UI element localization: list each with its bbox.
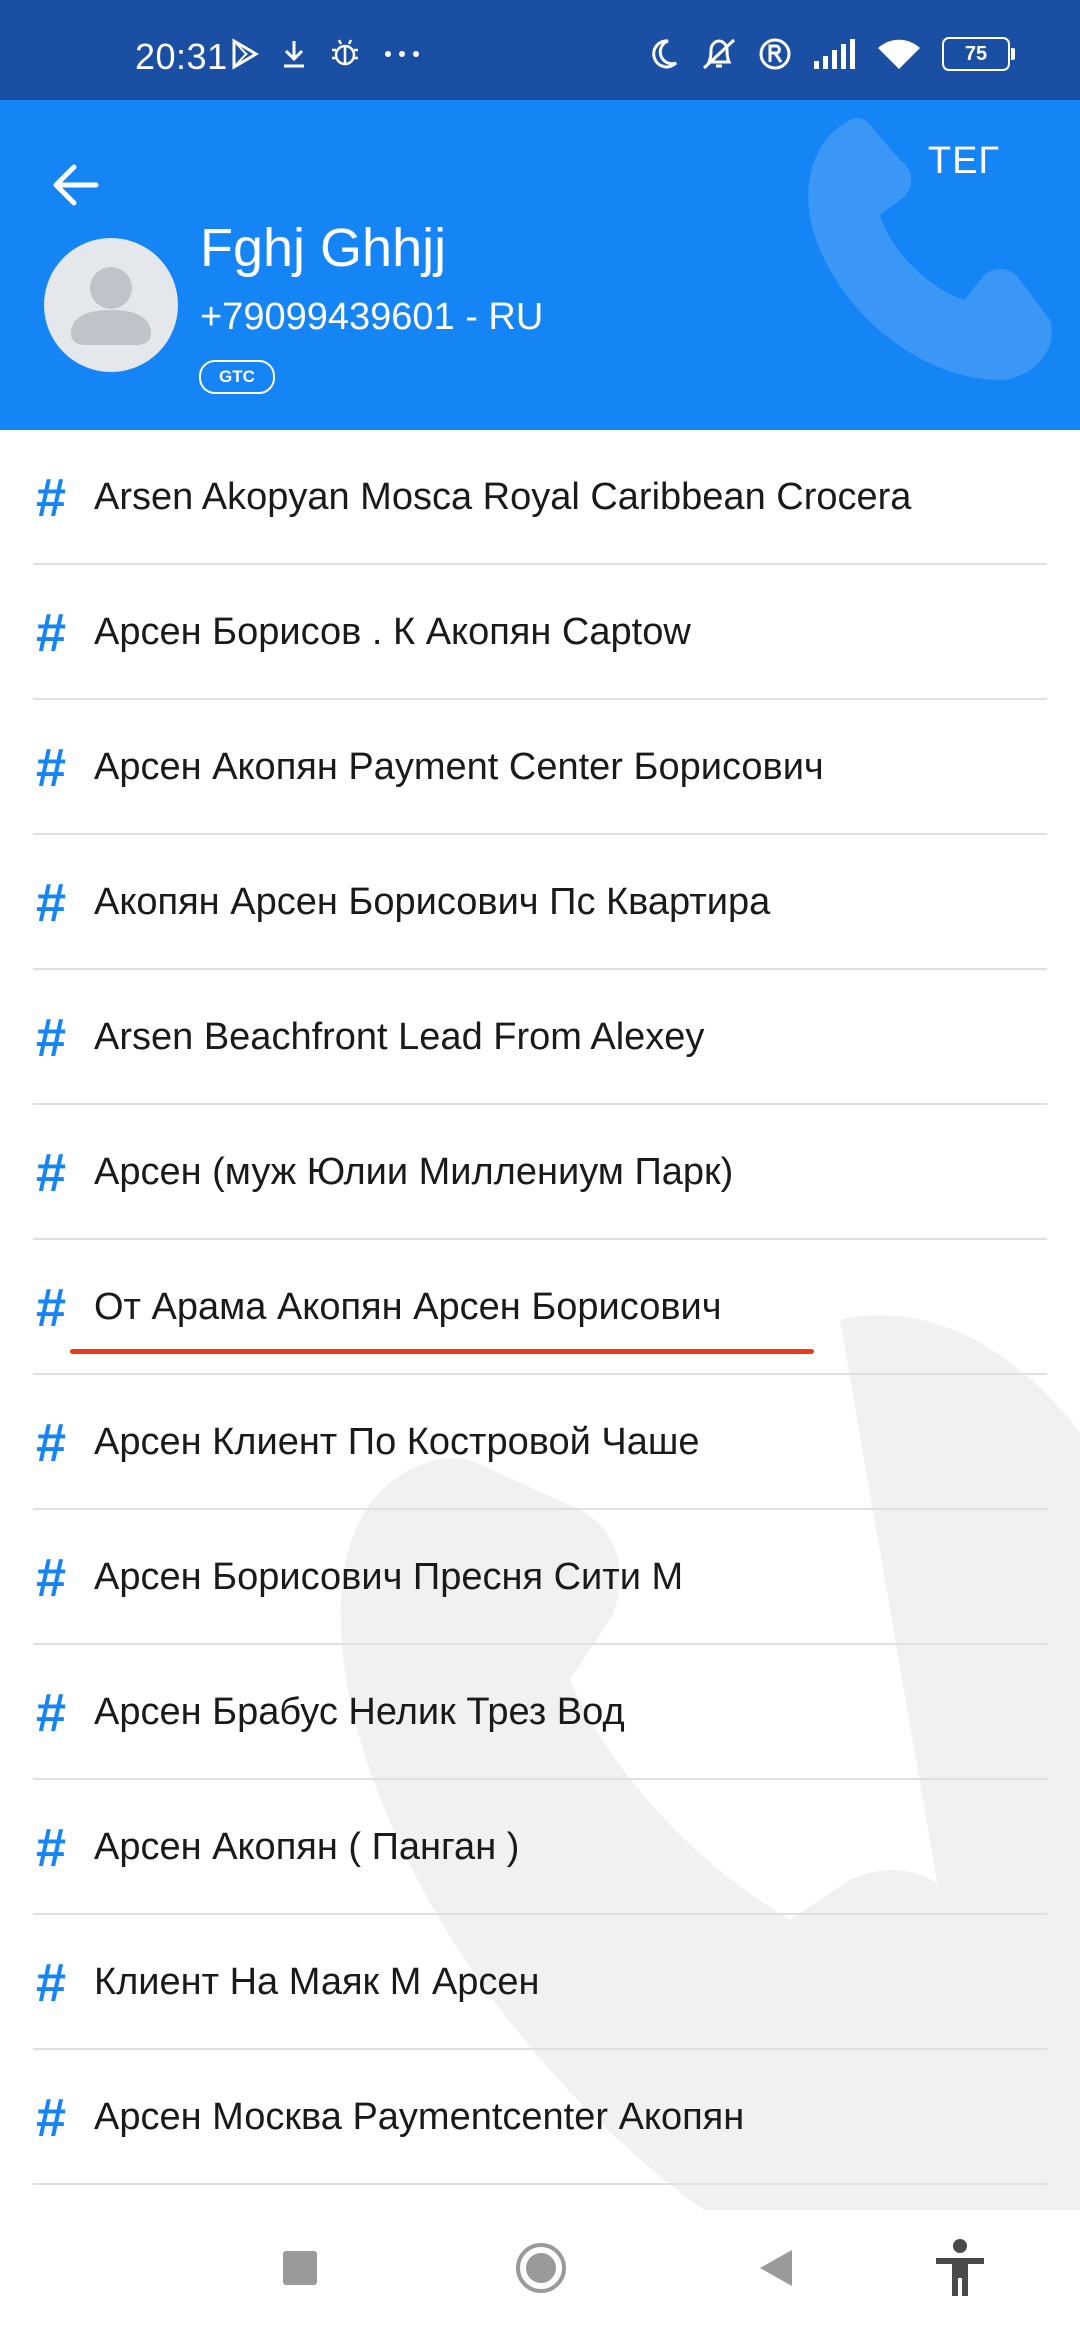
mute-icon [702,38,736,70]
play-store-icon [232,38,259,70]
tag-button[interactable]: ТЕГ [928,140,1000,183]
home-button[interactable] [515,2242,567,2299]
contact-phone: +79099439601 - RU [200,296,544,338]
tag-label: Arsen Akopyan Mosca Royal Caribbean Croc… [94,476,912,518]
tag-label: Арсен Акопян Payment Center Борисович [94,746,824,788]
tag-label: Arsen Beachfront Lead From Alexey [94,1016,705,1058]
contact-name: Fghj Ghhjj [200,218,447,278]
hash-icon: # [35,1548,67,1608]
carrier-badge: GTC [199,360,275,394]
tag-item[interactable]: # Арсен Борисович Пресня Сити М [0,1510,1080,1645]
tag-label: Арсен Борисович Пресня Сити М [94,1556,684,1598]
hash-icon: # [35,1818,67,1878]
hash-icon: # [35,2088,67,2148]
hash-icon: # [35,1683,67,1743]
tag-item[interactable]: # Arsen Beachfront Lead From Alexey [0,970,1080,1105]
status-bar: 20:31 75 [0,0,1080,100]
navigation-bar [0,2210,1080,2340]
accessibility-icon [936,2239,984,2296]
avatar [44,238,178,372]
hash-icon: # [35,873,67,933]
hash-icon: # [35,1143,67,1203]
bug-icon [332,39,358,66]
r-icon [759,38,791,70]
square-icon [283,2251,317,2285]
tag-item[interactable]: # Арсен Акопян ( Панган ) [0,1780,1080,1915]
moon-icon [652,39,678,69]
battery-icon: 75 [942,37,1015,71]
recents-button[interactable] [282,2250,318,2291]
tag-item[interactable]: # Клиент На Маяк М Арсен [0,1915,1080,2050]
hash-icon: # [35,738,67,798]
contact-header: ТЕГ Fghj Ghhjj +79099439601 - RU GTC [0,100,1080,430]
more-icon [385,51,419,57]
signal-icon [814,39,855,69]
tag-label: От Арама Акопян Арсен Борисович [94,1286,722,1328]
tag-item[interactable]: # Арсен Борисов . К Акопян Captow [0,565,1080,700]
hash-icon: # [35,1413,67,1473]
tag-label: Клиент На Маяк М Арсен [94,1961,540,2003]
hash-icon: # [35,1008,67,1068]
hash-icon: # [35,468,67,528]
tag-list: # Arsen Akopyan Mosca Royal Caribbean Cro… [0,430,1080,2210]
tag-item[interactable]: # Арсен (муж Юлии Миллениум Парк) [0,1105,1080,1240]
accessibility-button[interactable] [932,2238,988,2303]
phone-watermark-icon [808,117,1052,380]
wifi-icon [878,39,920,69]
tag-label: Арсен Клиент По Костровой Чаше [94,1421,700,1463]
tag-item[interactable]: # Арсен Клиент По Костровой Чаше [0,1375,1080,1510]
arrow-left-icon [53,164,99,206]
tag-item[interactable]: # Акопян Арсен Борисович Пс Квартира [0,835,1080,970]
tag-list-area: # Arsen Akopyan Mosca Royal Caribbean Cro… [0,430,1080,2210]
tag-label: Арсен (муж Юлии Миллениум Парк) [94,1151,734,1193]
status-time: 20:31 [135,36,228,77]
tag-item[interactable]: # Арсен Брабус Нелик Трез Вод [0,1645,1080,1780]
highlight-underline [70,1349,814,1354]
download-icon [284,41,304,68]
tag-label: Арсен Москва Paymentcenter Акопян [94,2096,745,2138]
home-circle-icon [516,2243,566,2293]
tag-label: Арсен Брабус Нелик Трез Вод [94,1691,625,1733]
back-triangle-icon [760,2250,792,2286]
tag-item[interactable]: # [0,2185,1080,2210]
person-icon [71,267,151,345]
hash-icon: # [35,1953,67,2013]
tag-item[interactable]: # От Арама Акопян Арсен Борисович [0,1240,1080,1375]
back-button[interactable] [40,150,110,220]
tag-item[interactable]: # Arsen Akopyan Mosca Royal Caribbean Cro… [0,430,1080,565]
back-nav-button[interactable] [758,2248,794,2293]
tag-label: Арсен Акопян ( Панган ) [94,1826,520,1868]
tag-label: Акопян Арсен Борисович Пс Квартира [94,881,771,923]
tag-label: Арсен Борисов . К Акопян Captow [94,611,691,653]
hash-icon: # [35,1278,67,1338]
tag-item[interactable]: # Арсен Москва Paymentcenter Акопян [0,2050,1080,2185]
hash-icon: # [35,603,67,663]
tag-item[interactable]: # Арсен Акопян Payment Center Борисович [0,700,1080,835]
